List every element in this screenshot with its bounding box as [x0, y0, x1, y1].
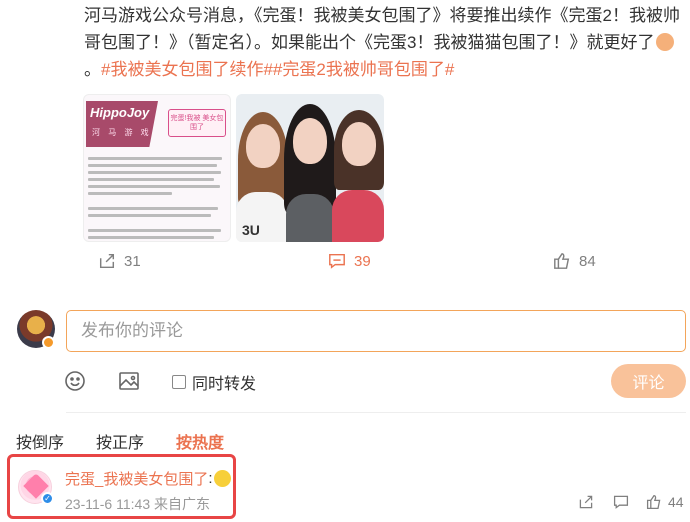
submit-comment-button[interactable]: 评论 [611, 364, 686, 398]
like-button[interactable]: 84 [553, 252, 596, 270]
comment-count: 39 [354, 252, 371, 270]
commenter-username[interactable]: 完蛋_我被美女包围了 [65, 468, 208, 489]
sort-tab-chronological[interactable]: 按正序 [96, 429, 144, 453]
comment-colon: : [208, 470, 213, 487]
comment-time: 23-11-6 11:43 [65, 496, 151, 512]
post-text: 河马游戏公众号消息，《完蛋！我被美女包围了》将要推出续作《完蛋2！我被帅哥包围了… [84, 2, 684, 83]
also-repost-option[interactable]: 同时转发 [172, 370, 256, 394]
game-title-bubble: 完蛋!我被 美女包围了 [168, 109, 226, 137]
sort-tab-reverse[interactable]: 按倒序 [16, 429, 64, 453]
comment-header: 完蛋_我被美女包围了: [65, 468, 231, 489]
repost-button[interactable]: 31 [98, 252, 141, 270]
verified-badge-icon: ✓ [41, 492, 54, 505]
clapping-hands-emoji-icon [656, 33, 675, 51]
divider [66, 412, 686, 413]
comment-button[interactable]: 39 [328, 252, 371, 270]
post-action-bar: 31 39 84 [0, 252, 690, 276]
like-count: 84 [579, 252, 596, 270]
article-text-lines [88, 157, 228, 241]
user-level-badge-icon [42, 336, 55, 349]
image-upload-icon[interactable] [118, 370, 140, 392]
comment-like-count: 44 [668, 494, 684, 510]
share-icon [579, 495, 593, 509]
thumbs-up-icon [646, 494, 661, 510]
actress-left: 3U [236, 94, 288, 242]
shirt-text: 3U [242, 222, 260, 238]
comment-meta: 23-11-6 11:43 来自广东 [65, 494, 210, 514]
comment-input[interactable] [66, 310, 686, 352]
emoji-picker-icon[interactable] [64, 370, 86, 392]
comment-like-button[interactable]: 44 [646, 494, 684, 510]
hippojoy-logo: HippoJoy [90, 105, 150, 120]
comment-icon [329, 253, 345, 269]
hippojoy-subtitle: 河 马 游 戏 [92, 128, 152, 137]
comment-location: 来自广东 [154, 496, 210, 512]
also-repost-label: 同时转发 [192, 376, 257, 393]
comment-icon [613, 495, 629, 509]
comment-reply-button[interactable] [613, 494, 629, 510]
post-period: 。 [84, 60, 101, 79]
comment-share-button[interactable] [578, 494, 594, 510]
share-icon [99, 253, 115, 269]
post-body: 河马游戏公众号消息，《完蛋！我被美女包围了》将要推出续作《完蛋2！我被帅哥包围了… [84, 6, 680, 52]
post-image-2[interactable]: 3U [236, 94, 384, 242]
post-tags[interactable]: #我被美女包围了续作##完蛋2我被帅哥包围了# [101, 60, 454, 79]
actress-right [332, 94, 384, 242]
sort-tab-hot[interactable]: 按热度 [176, 429, 224, 453]
post-image-1[interactable]: HippoJoy 河 马 游 戏 完蛋!我被 美女包围了 [83, 94, 231, 242]
thumbs-up-icon [554, 253, 570, 269]
also-repost-checkbox[interactable] [172, 375, 186, 389]
thinking-face-emoji-icon [213, 470, 231, 487]
actress-middle [284, 94, 336, 242]
repost-count: 31 [124, 252, 141, 270]
